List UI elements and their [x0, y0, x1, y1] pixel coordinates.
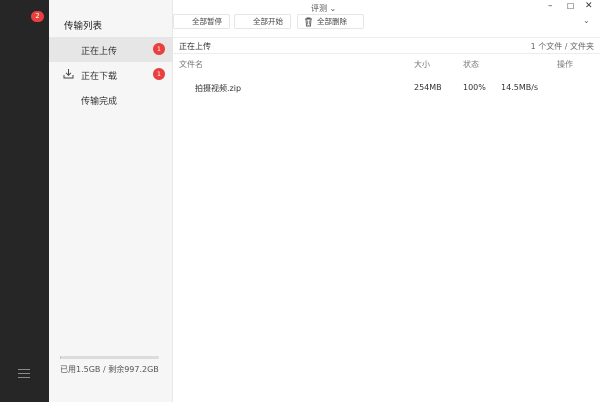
delete-all-button[interactable]: 全部删除 — [297, 14, 364, 29]
start-all-button[interactable]: 全部开始 — [234, 14, 291, 29]
section-header: 正在上传 1 个文件 / 文件夹 — [173, 37, 600, 54]
table-row[interactable]: 拍摄视频.zip 254MB 100% 14.5MB/s — [173, 77, 600, 99]
sidebar-item-label: 正在下载 — [81, 72, 118, 82]
sidebar-item-downloading[interactable]: 正在下载 1 — [49, 62, 173, 87]
trash-icon — [305, 17, 312, 27]
storage-usage-bar — [60, 356, 159, 359]
pause-all-label: 全部暂停 — [192, 17, 222, 26]
delete-all-label: 全部删除 — [317, 17, 347, 26]
chevron-down-icon[interactable]: ⌄ — [583, 16, 590, 25]
column-header-status[interactable]: 状态 — [463, 59, 479, 70]
file-name: 拍摄视频.zip — [195, 84, 242, 93]
column-header-name[interactable]: 文件名 — [179, 59, 203, 70]
file-size: 254MB — [414, 83, 442, 92]
uploading-count-badge: 1 — [153, 43, 165, 55]
account-switcher[interactable]: 评测 ⌄ — [311, 3, 336, 14]
start-all-label: 全部开始 — [253, 17, 283, 26]
transfer-progress: 100% — [463, 83, 486, 92]
notification-badge: 2 — [31, 11, 44, 22]
section-count: 1 个文件 / 文件夹 — [530, 42, 594, 51]
download-icon — [63, 69, 74, 79]
storage-usage-text: 已用1.5GB / 剩余997.2GB — [60, 365, 159, 374]
pause-all-button[interactable]: 全部暂停 — [173, 14, 230, 29]
app-rail: 2 — [0, 0, 49, 402]
sidebar-item-uploading[interactable]: 正在上传 1 — [49, 37, 173, 62]
maximize-button[interactable]: ☐ — [567, 2, 574, 11]
sidebar-title: 传输列表 — [64, 21, 103, 32]
transfer-sidebar: 传输列表 正在上传 1 正在下载 1 传输完成 已用1.5GB / 剩余997.… — [49, 0, 173, 402]
downloading-count-badge: 1 — [153, 68, 165, 80]
sidebar-item-completed[interactable]: 传输完成 — [49, 87, 173, 112]
menu-icon[interactable] — [18, 369, 30, 379]
sidebar-item-label: 传输完成 — [81, 97, 118, 107]
main-panel: 评测 ⌄ – ☐ ✕ 全部暂停 全部开始 全部删除 ⌄ 正在上传 1 个文件 /… — [173, 0, 600, 402]
transfer-speed: 14.5MB/s — [501, 83, 539, 92]
column-header-size[interactable]: 大小 — [414, 59, 430, 70]
close-button[interactable]: ✕ — [585, 1, 593, 11]
sidebar-item-label: 正在上传 — [81, 47, 118, 57]
column-header-actions: 操作 — [557, 60, 573, 69]
section-title: 正在上传 — [179, 42, 211, 51]
storage-usage-fill — [60, 356, 61, 359]
minimize-button[interactable]: – — [548, 1, 553, 11]
